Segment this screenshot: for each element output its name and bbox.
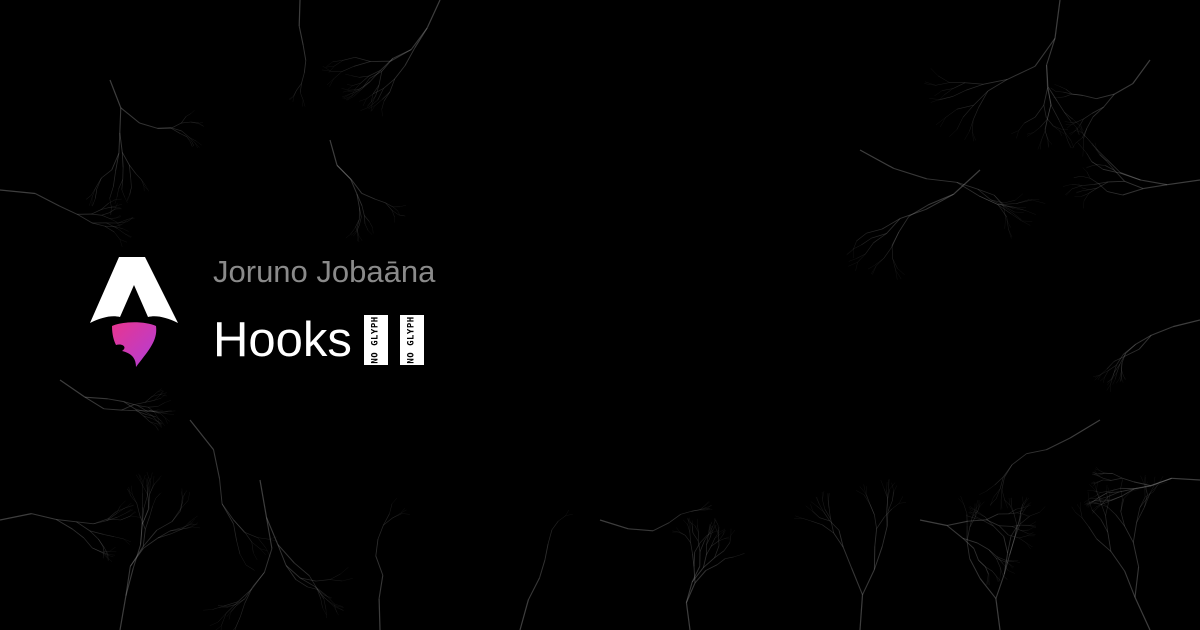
background-texture bbox=[0, 0, 1200, 630]
missing-glyph-box-2: NO GLYPH bbox=[399, 315, 424, 365]
title-row: Hooks NO GLYPH NO GLYPH bbox=[213, 312, 435, 368]
missing-glyph-box-1: NO GLYPH bbox=[363, 315, 388, 365]
astro-logo-icon bbox=[90, 257, 178, 367]
page-title: Hooks bbox=[213, 313, 352, 367]
title-block: Joruno Jobaāna Hooks NO GLYPH NO GLYPH bbox=[213, 252, 435, 368]
logo-flame bbox=[112, 322, 157, 367]
og-card: Joruno Jobaāna Hooks NO GLYPH NO GLYPH bbox=[0, 0, 1200, 630]
site-subtitle: Joruno Jobaāna bbox=[213, 254, 436, 289]
logo-body bbox=[90, 257, 178, 323]
